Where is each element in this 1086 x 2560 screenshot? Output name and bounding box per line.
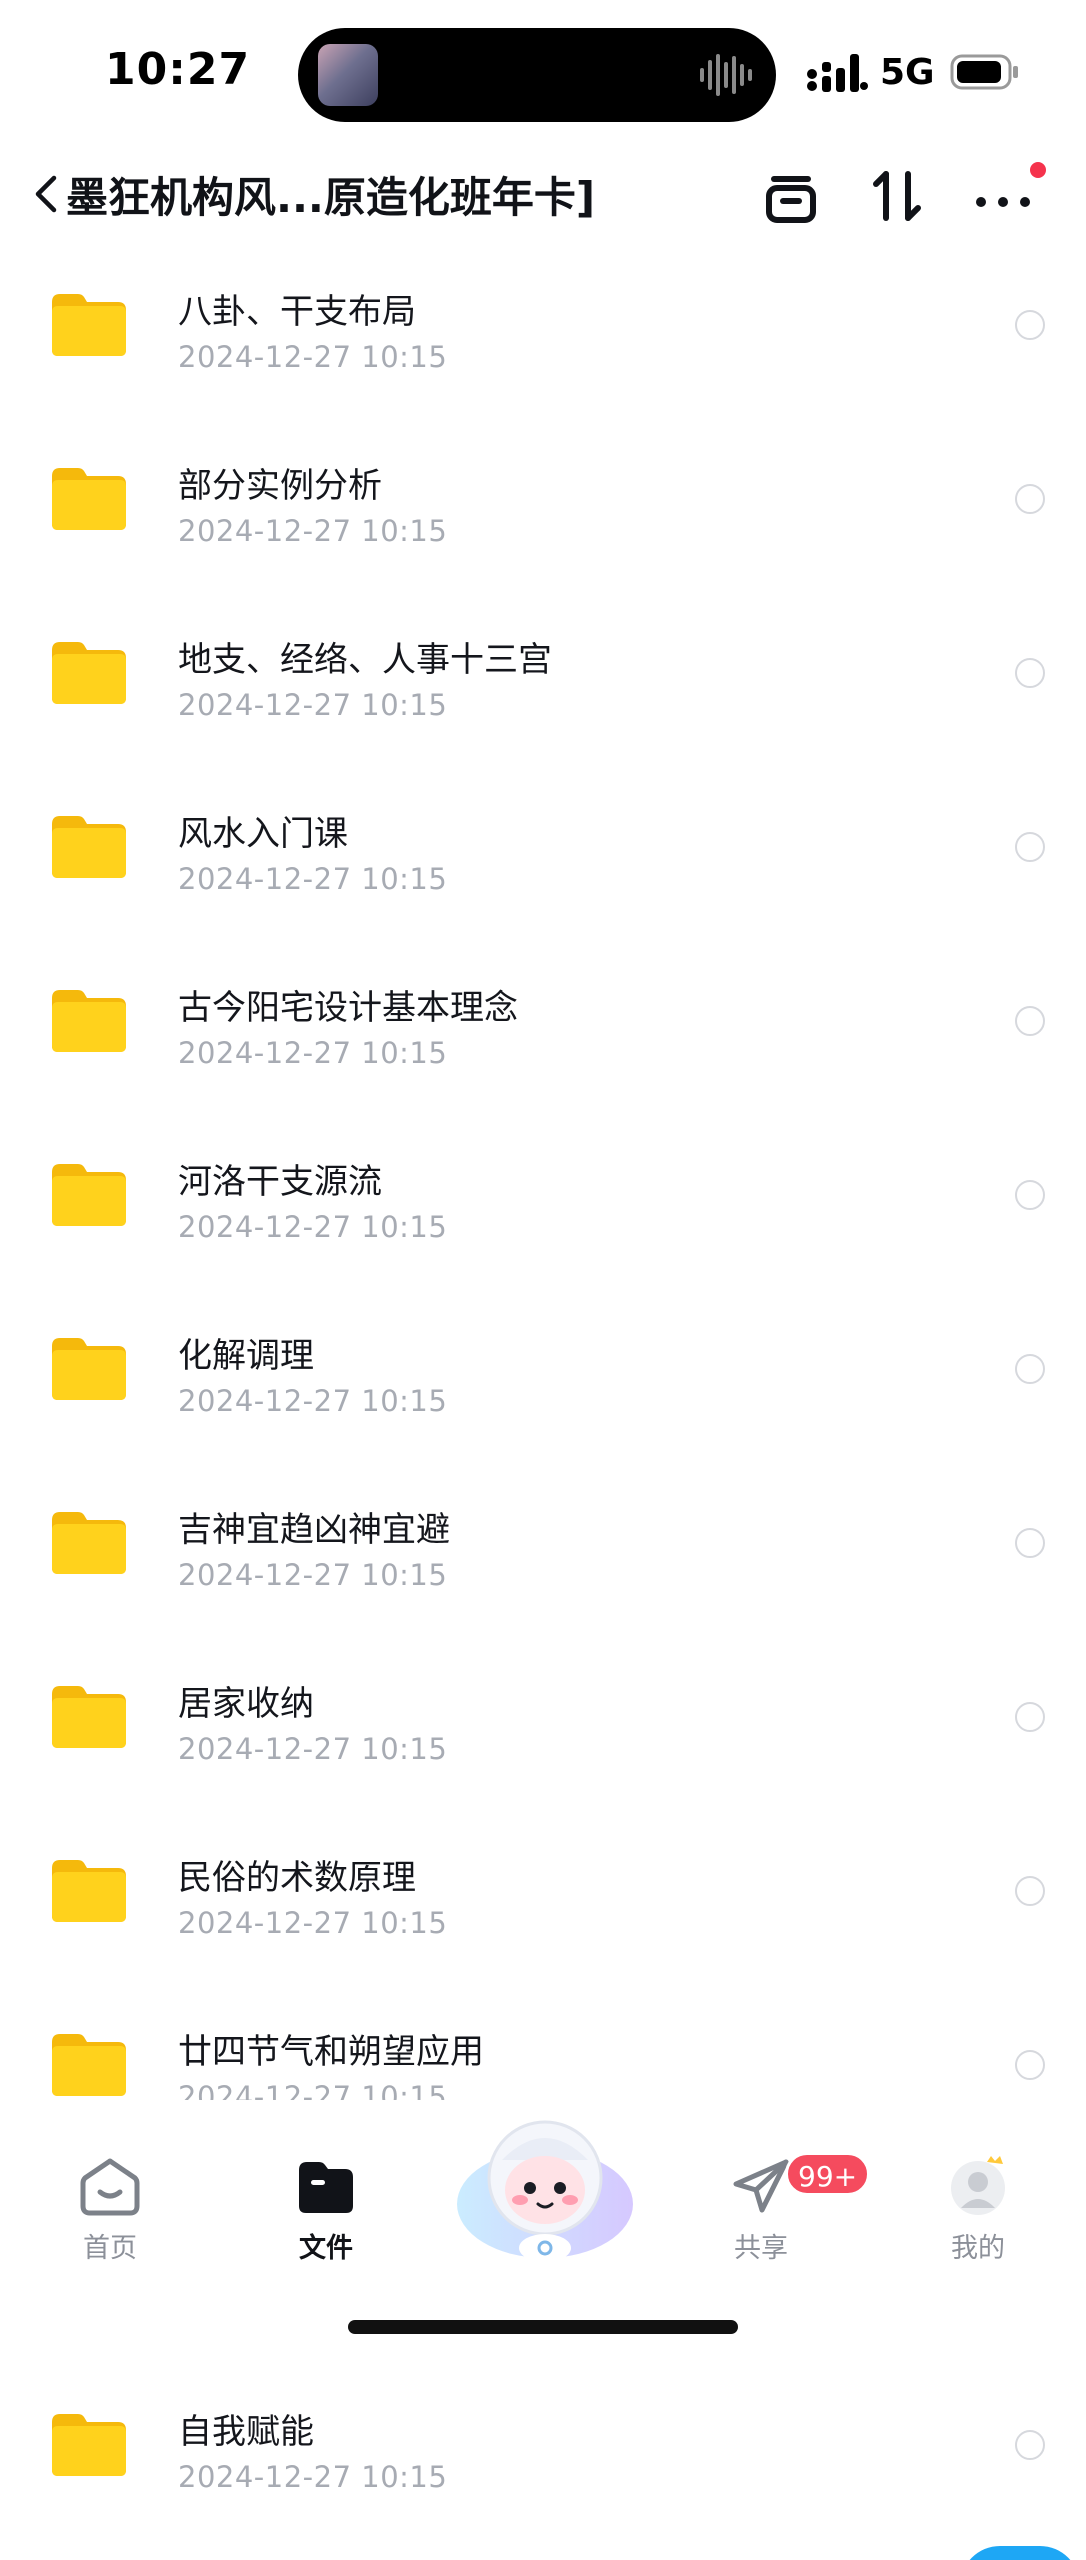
folder-icon bbox=[52, 1860, 126, 1922]
file-date: 2024-12-27 10:15 bbox=[178, 514, 448, 548]
select-radio[interactable] bbox=[1015, 1528, 1045, 1558]
media-thumbnail bbox=[318, 44, 378, 106]
select-radio[interactable] bbox=[1015, 1180, 1045, 1210]
file-date: 2024-12-27 10:15 bbox=[178, 1210, 448, 1244]
file-name: 廿四节气和朔望应用 bbox=[178, 2032, 484, 2072]
status-time: 10:27 bbox=[105, 44, 251, 95]
file-list: 八卦、干支布局 2024-12-27 10:15 部分实例分析 2024-12-27 … bbox=[0, 260, 1086, 2174]
folder-icon bbox=[52, 642, 126, 704]
folder-icon bbox=[52, 2034, 126, 2096]
file-date: 2024-12-27 10:15 bbox=[178, 1732, 448, 1766]
file-name: 自我赋能 bbox=[178, 2412, 314, 2452]
select-radio[interactable] bbox=[1015, 832, 1045, 862]
file-name: 八卦、干支布局 bbox=[178, 292, 416, 332]
battery-icon bbox=[950, 54, 1018, 90]
folder-filled-icon bbox=[299, 2162, 353, 2213]
file-date: 2024-12-27 10:15 bbox=[178, 1036, 448, 1070]
send-icon bbox=[733, 2159, 789, 2213]
file-name: 化解调理 bbox=[178, 1336, 314, 1376]
folder-icon bbox=[52, 468, 126, 530]
file-date: 2024-12-27 10:15 bbox=[178, 1558, 448, 1592]
select-radio[interactable] bbox=[1015, 1876, 1045, 1906]
select-radio[interactable] bbox=[1015, 658, 1045, 688]
file-name: 地支、经络、人事十三宫 bbox=[178, 640, 552, 680]
select-radio[interactable] bbox=[1015, 2430, 1045, 2460]
list-item[interactable]: 风水入门课 2024-12-27 10:15 bbox=[0, 782, 1086, 956]
file-name: 古今阳宅设计基本理念 bbox=[178, 988, 518, 1028]
file-date: 2024-12-27 10:15 bbox=[178, 340, 448, 374]
file-date: 2024-12-27 10:15 bbox=[178, 862, 448, 896]
folder-icon bbox=[52, 816, 126, 878]
folder-icon bbox=[52, 1686, 126, 1748]
file-name: 吉神宜趋凶神宜避 bbox=[178, 1510, 450, 1550]
file-date: 2024-12-27 10:15 bbox=[178, 2460, 448, 2494]
file-date: 2024-12-27 10:15 bbox=[178, 1384, 448, 1418]
status-bar: 10:27 5G bbox=[0, 0, 1086, 140]
signal-icon bbox=[807, 54, 868, 92]
file-date: 2024-12-27 10:15 bbox=[178, 688, 448, 722]
tab-home-label: 首页 bbox=[83, 2233, 137, 2264]
folder-icon bbox=[52, 990, 126, 1052]
home-indicator bbox=[348, 2320, 738, 2334]
file-date: 2024-12-27 10:15 bbox=[178, 1906, 448, 1940]
folder-icon bbox=[52, 1512, 126, 1574]
list-item[interactable]: 吉神宜趋凶神宜避 2024-12-27 10:15 bbox=[0, 1478, 1086, 1652]
assistant-mascot-icon[interactable] bbox=[450, 2108, 640, 2268]
file-name: 民俗的术数原理 bbox=[178, 1858, 416, 1898]
list-item[interactable]: 部分实例分析 2024-12-27 10:15 bbox=[0, 434, 1086, 608]
list-item[interactable]: 自我赋能 2024-12-27 10:15 bbox=[0, 2380, 1086, 2554]
select-radio[interactable] bbox=[1015, 2050, 1045, 2080]
file-name: 风水入门课 bbox=[178, 814, 348, 854]
folder-icon bbox=[52, 1164, 126, 1226]
chevron-left-icon[interactable] bbox=[30, 172, 60, 216]
select-radio[interactable] bbox=[1015, 1354, 1045, 1384]
nav-bar: 墨狂机构风...原造化班年卡] bbox=[0, 150, 1086, 260]
tab-mine-label: 我的 bbox=[951, 2233, 1005, 2264]
file-name: 居家收纳 bbox=[178, 1684, 314, 1724]
tab-files[interactable]: 文件 bbox=[266, 2100, 386, 2265]
folder-icon bbox=[52, 1338, 126, 1400]
list-item[interactable]: 化解调理 2024-12-27 10:15 bbox=[0, 1304, 1086, 1478]
home-icon bbox=[80, 2158, 140, 2216]
file-name: 河洛干支源流 bbox=[178, 1162, 382, 1202]
list-item[interactable]: 居家收纳 2024-12-27 10:15 bbox=[0, 1652, 1086, 1826]
folder-icon bbox=[52, 294, 126, 356]
select-radio[interactable] bbox=[1015, 310, 1045, 340]
notification-dot bbox=[1030, 162, 1046, 178]
list-item[interactable]: 古今阳宅设计基本理念 2024-12-27 10:15 bbox=[0, 956, 1086, 1130]
network-type: 5G bbox=[880, 52, 935, 93]
inbox-icon[interactable] bbox=[756, 160, 826, 230]
dynamic-island[interactable] bbox=[298, 28, 776, 122]
list-item[interactable]: 地支、经络、人事十三宫 2024-12-27 10:15 bbox=[0, 608, 1086, 782]
share-badge: 99+ bbox=[785, 2152, 871, 2196]
avatar-icon bbox=[951, 2156, 1005, 2215]
list-item[interactable]: 河洛干支源流 2024-12-27 10:15 bbox=[0, 1130, 1086, 1304]
tab-mine[interactable]: 我的 bbox=[918, 2100, 1038, 2265]
select-radio[interactable] bbox=[1015, 1702, 1045, 1732]
tab-files-label: 文件 bbox=[299, 2233, 353, 2264]
file-name: 部分实例分析 bbox=[178, 466, 382, 506]
sort-icon[interactable] bbox=[862, 160, 932, 230]
tab-share-label: 共享 bbox=[734, 2233, 788, 2264]
select-radio[interactable] bbox=[1015, 1006, 1045, 1036]
page-title: 墨狂机构风...原造化班年卡] bbox=[66, 173, 596, 222]
folder-icon bbox=[52, 2414, 126, 2476]
select-radio[interactable] bbox=[1015, 484, 1045, 514]
audio-wave-icon bbox=[700, 54, 752, 96]
list-item[interactable]: 民俗的术数原理 2024-12-27 10:15 bbox=[0, 1826, 1086, 2000]
more-icon[interactable] bbox=[968, 160, 1038, 230]
tab-home[interactable]: 首页 bbox=[50, 2100, 170, 2265]
list-item[interactable]: 八卦、干支布局 2024-12-27 10:15 bbox=[0, 260, 1086, 434]
